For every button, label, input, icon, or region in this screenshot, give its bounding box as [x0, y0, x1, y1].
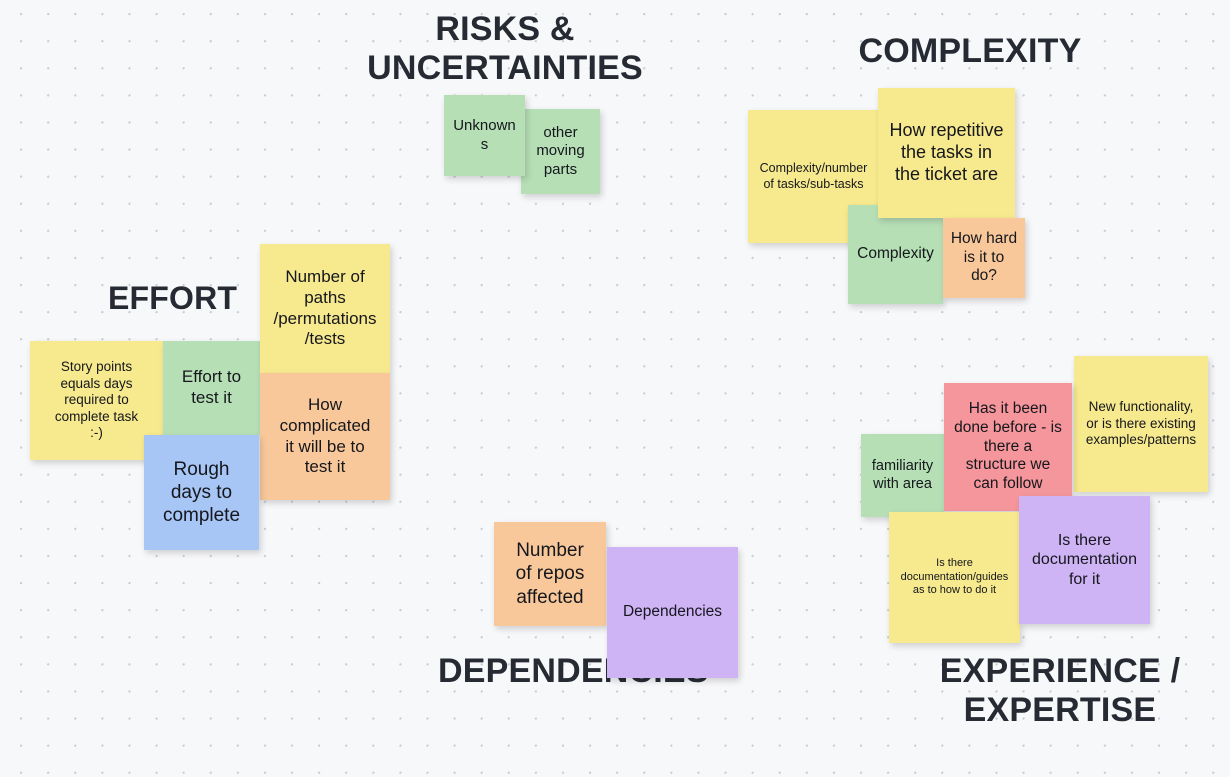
sticky-note-other-moving-parts[interactable]: other moving parts: [521, 109, 600, 194]
sticky-note-text: Story points equals days required to com…: [54, 359, 139, 441]
sticky-note-how-hard-is-it[interactable]: How hard is it to do?: [943, 218, 1025, 298]
sticky-note-is-there-documentation-guides[interactable]: Is there documentation/guides as to how …: [889, 512, 1020, 643]
sticky-note-unknowns[interactable]: Unknowns: [444, 95, 525, 176]
sticky-note-text: How repetitive the tasks in the ticket a…: [889, 120, 1004, 184]
sticky-note-familiarity-with-area[interactable]: familiarity with area: [861, 434, 944, 517]
sticky-note-text: Number of repos affected: [515, 540, 585, 608]
sticky-note-rough-days-to-complete[interactable]: Rough days to complete: [144, 435, 259, 550]
section-title-risks-uncertainties: RISKS & UNCERTAINTIES: [367, 10, 643, 88]
sticky-note-text: Dependencies: [622, 603, 723, 621]
section-title-complexity: COMPLEXITY: [858, 32, 1082, 70]
sticky-note-complexity[interactable]: Complexity: [848, 205, 943, 304]
sticky-note-text: familiarity with area: [871, 457, 934, 492]
sticky-note-text: Complexity: [857, 245, 934, 263]
sticky-note-new-functionality[interactable]: New functionality, or is there existing …: [1074, 356, 1208, 492]
sticky-note-text: Is there documentation/guides as to how …: [900, 557, 1009, 597]
sticky-note-text: How complicated it will be to test it: [279, 395, 371, 477]
sticky-note-number-of-repos-affected[interactable]: Number of repos affected: [494, 522, 606, 626]
sticky-note-text: other moving parts: [536, 124, 585, 178]
sticky-note-number-of-paths[interactable]: Number of paths /permutations /tests: [260, 244, 390, 373]
sticky-note-text: Unknowns: [453, 117, 516, 153]
sticky-note-text: Number of paths /permutations /tests: [273, 267, 377, 349]
sticky-note-how-complicated-to-test[interactable]: How complicated it will be to test it: [260, 373, 390, 500]
whiteboard-canvas[interactable]: EFFORT RISKS & UNCERTAINTIES COMPLEXITY …: [0, 0, 1230, 777]
sticky-note-text: How hard is it to do?: [950, 229, 1018, 285]
sticky-note-text: Is there documentation for it: [1032, 531, 1137, 588]
sticky-note-how-repetitive[interactable]: How repetitive the tasks in the ticket a…: [878, 88, 1015, 218]
sticky-note-effort-to-test-it[interactable]: Effort to test it: [163, 341, 260, 435]
sticky-note-text: Effort to test it: [181, 367, 242, 407]
sticky-note-has-it-been-done-before[interactable]: Has it been done before - is there a str…: [944, 383, 1072, 511]
sticky-note-is-there-documentation-for-it[interactable]: Is there documentation for it: [1019, 496, 1150, 624]
sticky-note-text: Has it been done before - is there a str…: [954, 399, 1062, 493]
sticky-note-text: New functionality, or is there existing …: [1085, 399, 1197, 448]
section-title-effort: EFFORT: [108, 280, 238, 316]
sticky-note-text: Complexity/number of tasks/sub-tasks: [759, 161, 868, 191]
section-title-experience-expertise: EXPERIENCE / EXPERTISE: [939, 652, 1181, 730]
sticky-note-text: Rough days to complete: [162, 458, 241, 527]
sticky-note-dependencies[interactable]: Dependencies: [607, 547, 738, 678]
